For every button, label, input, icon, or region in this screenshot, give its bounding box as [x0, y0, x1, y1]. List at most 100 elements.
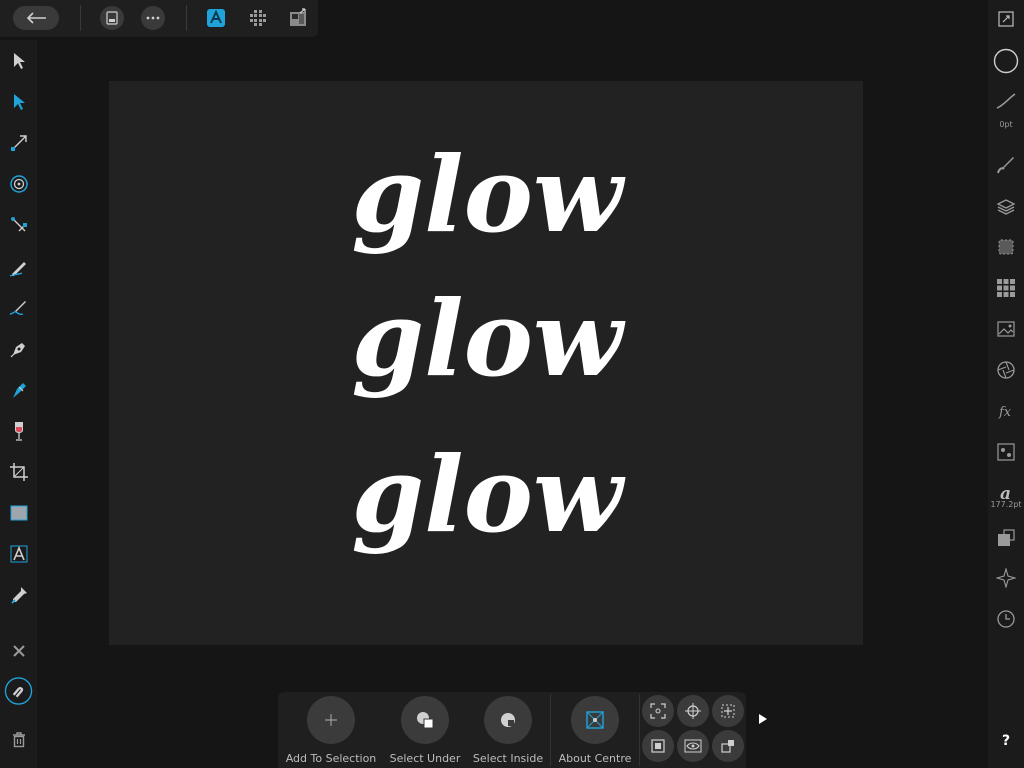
about-centre-icon	[586, 711, 604, 729]
selection-snap-button[interactable]	[642, 695, 674, 727]
effects-mask-button[interactable]	[991, 232, 1021, 262]
bounding-box-button[interactable]	[642, 730, 674, 762]
fx-icon: fx	[998, 405, 1012, 420]
svg-text:fx: fx	[998, 405, 1012, 420]
pixel-persona-button[interactable]	[247, 7, 269, 29]
transform-origin-icon	[721, 740, 734, 753]
transparency-tool[interactable]	[4, 416, 33, 445]
transform-tool[interactable]	[4, 128, 33, 157]
transform-button[interactable]	[991, 523, 1021, 553]
about-centre-label: About Centre	[558, 752, 632, 765]
node-tool[interactable]	[4, 87, 33, 116]
crosshair-button[interactable]	[677, 695, 709, 727]
pixel-persona-icon	[250, 10, 266, 26]
select-inside-button[interactable]: Select Inside	[471, 696, 545, 765]
brushes-button[interactable]	[991, 150, 1021, 180]
select-under-button[interactable]: Select Under	[388, 696, 462, 765]
rectangle-tool[interactable]	[4, 498, 33, 527]
snapping-toggle[interactable]	[4, 676, 33, 705]
select-under-circle[interactable]	[401, 696, 449, 744]
toolbar-divider	[186, 5, 187, 31]
adjustments-button[interactable]	[991, 355, 1021, 385]
close-icon	[12, 644, 25, 657]
pen-tool[interactable]	[4, 334, 33, 363]
select-inside-circle[interactable]	[484, 696, 532, 744]
glow-text-line-1[interactable]: glow	[351, 133, 626, 256]
navigator-button[interactable]	[991, 563, 1021, 593]
transform-icon	[998, 529, 1015, 546]
selection-bounds-icon	[650, 703, 666, 719]
vector-brush-tool[interactable]	[4, 293, 33, 322]
corner-tool[interactable]	[4, 169, 33, 198]
document-menu-button[interactable]	[100, 6, 124, 30]
history-clock-icon	[997, 610, 1015, 628]
point-transform-icon	[10, 216, 27, 231]
point-transform-tool[interactable]	[4, 210, 33, 239]
styles-icon	[997, 443, 1015, 461]
artistic-text-tool[interactable]	[4, 539, 33, 568]
navigator-icon	[996, 568, 1016, 588]
artboard[interactable]: glow glow glow	[109, 81, 863, 645]
delete-button[interactable]	[4, 725, 33, 754]
transform-origin-button[interactable]	[712, 730, 744, 762]
pencil-tool[interactable]	[4, 252, 33, 281]
expand-toolbar-button[interactable]	[753, 709, 773, 729]
back-button[interactable]	[13, 6, 59, 30]
stroke-width-label: 0pt	[999, 120, 1013, 129]
designer-persona-button[interactable]	[205, 7, 227, 29]
play-arrow-icon	[759, 714, 767, 724]
help-button[interactable]: ?	[991, 726, 1021, 756]
fx-button[interactable]: fx	[991, 396, 1021, 426]
color-picker-tool[interactable]	[4, 580, 33, 609]
fill-tool[interactable]	[4, 375, 33, 404]
centre-guide-button[interactable]	[712, 695, 744, 727]
styles-button[interactable]	[991, 437, 1021, 467]
add-to-selection-label: Add To Selection	[285, 752, 377, 765]
context-divider	[550, 694, 551, 766]
pencil-tool-icon	[9, 261, 26, 277]
more-button[interactable]	[141, 6, 165, 30]
stroke-button[interactable]	[991, 86, 1021, 116]
fullscreen-button[interactable]	[991, 4, 1021, 34]
export-persona-icon	[290, 8, 306, 26]
layers-button[interactable]	[991, 192, 1021, 222]
selection-rect-icon	[998, 239, 1014, 255]
move-tool-icon	[13, 52, 25, 69]
glow-text-line-2[interactable]: glow	[351, 277, 626, 400]
fill-tool-icon	[12, 382, 26, 398]
crop-tool-icon	[9, 462, 28, 481]
studio-panel: 0pt fx a 177.2pt ?	[988, 0, 1024, 768]
back-arrow-icon	[26, 12, 46, 24]
snapping-icon	[4, 676, 33, 705]
context-toolbar: Add To Selection Select Under Select Ins…	[278, 692, 746, 768]
eye-icon	[684, 739, 702, 753]
export-persona-button[interactable]	[287, 7, 309, 29]
close-button[interactable]	[4, 636, 33, 665]
color-button[interactable]	[991, 46, 1021, 76]
preview-button[interactable]	[677, 730, 709, 762]
toolbar-divider	[80, 5, 81, 31]
affinity-designer-window: glow glow glow 0pt fx a 177.2pt ? Add To…	[0, 0, 1024, 768]
about-centre-circle[interactable]	[571, 696, 619, 744]
color-swatch-icon	[993, 48, 1019, 74]
glow-text-line-3[interactable]: glow	[351, 433, 626, 556]
more-icon	[146, 16, 160, 20]
crosshair-icon	[685, 703, 701, 719]
delete-icon	[12, 731, 25, 747]
assets-button[interactable]	[991, 314, 1021, 344]
about-centre-button[interactable]: About Centre	[558, 696, 632, 765]
stroke-icon	[996, 93, 1016, 109]
artistic-text-icon	[10, 545, 27, 562]
history-button[interactable]	[991, 604, 1021, 634]
glow-text-art: glow glow glow	[351, 133, 626, 556]
plus-icon	[325, 714, 337, 726]
designer-persona-icon	[207, 9, 225, 27]
move-tool[interactable]	[4, 46, 33, 75]
add-to-selection-circle[interactable]	[307, 696, 355, 744]
select-inside-icon	[501, 713, 515, 727]
swatches-button[interactable]	[991, 273, 1021, 303]
node-tool-icon	[13, 93, 25, 110]
swatches-grid-icon	[997, 279, 1015, 297]
add-to-selection-button[interactable]: Add To Selection	[285, 696, 377, 765]
crop-tool[interactable]	[4, 457, 33, 486]
